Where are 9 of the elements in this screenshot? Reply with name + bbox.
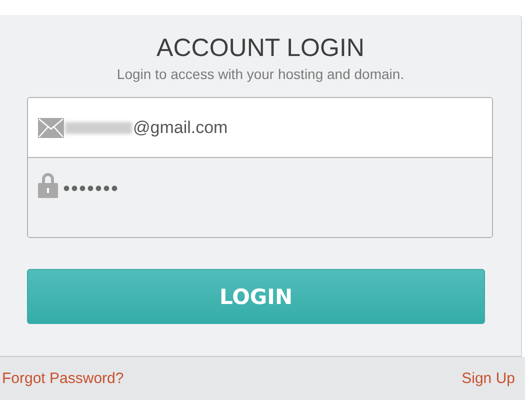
redacted-text <box>65 122 132 134</box>
lock-icon <box>38 172 58 198</box>
sign-up-link[interactable]: Sign Up <box>462 370 515 387</box>
mail-icon <box>38 118 64 138</box>
login-title: ACCOUNT LOGIN <box>156 33 364 63</box>
login-subtitle: Login to access with your hosting and domain. <box>116 66 404 82</box>
password-field[interactable]: ••••••• <box>63 178 263 201</box>
login-button[interactable]: LOGIN <box>27 269 485 324</box>
forgot-password-link[interactable]: Forgot Password? <box>2 370 124 387</box>
